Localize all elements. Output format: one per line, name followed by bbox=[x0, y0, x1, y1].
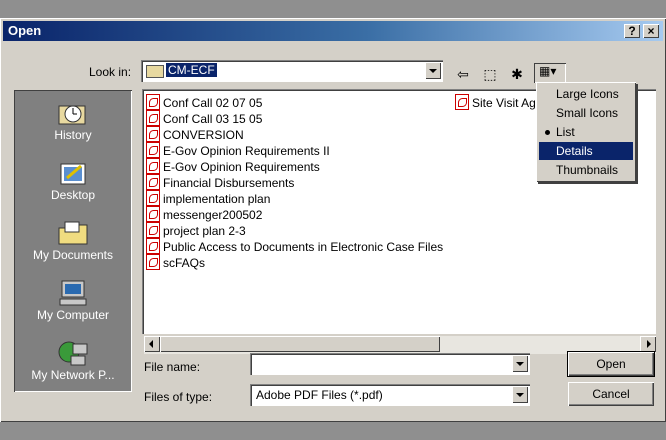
view-menu-button[interactable]: ▦▾ bbox=[534, 63, 566, 83]
pdf-file-icon bbox=[146, 222, 160, 238]
my-documents-icon bbox=[58, 221, 88, 245]
look-in-label: Look in: bbox=[89, 65, 132, 79]
file-label: Conf Call 03 15 05 bbox=[163, 112, 263, 126]
place-label: My Computer bbox=[36, 308, 110, 322]
new-folder-icon[interactable]: ✱ bbox=[507, 64, 527, 84]
cancel-button[interactable]: Cancel bbox=[568, 382, 654, 406]
place-desktop[interactable]: Desktop bbox=[14, 150, 132, 210]
menu-item-label: Thumbnails bbox=[556, 163, 619, 177]
file-name-label: File name: bbox=[144, 360, 201, 374]
scroll-right-icon[interactable] bbox=[640, 336, 656, 352]
file-label: CONVERSION bbox=[163, 128, 244, 142]
pdf-file-icon bbox=[146, 190, 160, 206]
file-label: messenger200502 bbox=[163, 208, 263, 222]
list-item[interactable]: Public Access to Documents in Electronic… bbox=[146, 238, 443, 254]
list-item[interactable]: implementation plan bbox=[146, 190, 270, 206]
file-label: Site Visit Ag bbox=[472, 96, 536, 110]
look-in-value: CM-ECF bbox=[165, 62, 218, 78]
look-in-dropdown-button[interactable] bbox=[425, 62, 441, 79]
place-my-computer[interactable]: My Computer bbox=[14, 270, 132, 330]
open-button[interactable]: Open bbox=[567, 351, 655, 377]
place-label: My Network P... bbox=[31, 368, 115, 382]
pdf-file-icon bbox=[146, 238, 160, 254]
scroll-thumb[interactable] bbox=[160, 336, 440, 352]
file-label: implementation plan bbox=[163, 192, 271, 206]
place-label: My Documents bbox=[32, 248, 114, 262]
back-icon[interactable]: ⇦ bbox=[453, 64, 473, 84]
place-label: History bbox=[54, 128, 92, 142]
file-label: Financial Disbursements bbox=[163, 176, 295, 190]
pdf-file-icon bbox=[146, 158, 160, 174]
pdf-file-icon bbox=[146, 174, 160, 190]
menu-item-large-icons[interactable]: Large Icons bbox=[539, 85, 633, 103]
place-my-network[interactable]: My Network P... bbox=[14, 330, 132, 390]
list-item[interactable]: Conf Call 02 07 05 bbox=[146, 94, 262, 110]
file-label: Conf Call 02 07 05 bbox=[163, 96, 263, 110]
file-type-label: Files of type: bbox=[144, 390, 213, 404]
place-history[interactable]: History bbox=[14, 90, 132, 150]
menu-item-label: Large Icons bbox=[556, 87, 619, 101]
file-type-dropdown-button[interactable] bbox=[512, 386, 528, 403]
menu-item-thumbnails[interactable]: Thumbnails bbox=[539, 161, 633, 179]
view-icon: ▦▾ bbox=[539, 64, 557, 78]
history-icon bbox=[58, 105, 86, 125]
list-item[interactable]: scFAQs bbox=[146, 254, 205, 270]
file-name-dropdown-button[interactable] bbox=[512, 355, 528, 372]
title-bar[interactable]: Open ? × bbox=[3, 21, 663, 41]
list-item[interactable]: CONVERSION bbox=[146, 126, 244, 142]
file-label: E-Gov Opinion Requirements II bbox=[163, 144, 330, 158]
file-label: E-Gov Opinion Requirements bbox=[163, 160, 320, 174]
list-item[interactable]: Conf Call 03 15 05 bbox=[146, 110, 262, 126]
close-button[interactable]: × bbox=[643, 24, 659, 38]
list-item[interactable]: E-Gov Opinion Requirements bbox=[146, 158, 320, 174]
my-network-places-icon bbox=[58, 341, 88, 366]
list-item[interactable]: E-Gov Opinion Requirements II bbox=[146, 142, 330, 158]
menu-item-label: Details bbox=[556, 144, 593, 158]
list-item[interactable]: Site Visit Ag bbox=[455, 94, 536, 110]
open-dialog: Open ? × Look in: CM-ECF ⇦ ⬚ ✱ ▦▾ Histor… bbox=[0, 18, 666, 422]
my-computer-icon bbox=[59, 280, 87, 306]
pdf-file-icon bbox=[146, 206, 160, 222]
up-folder-icon[interactable]: ⬚ bbox=[480, 64, 500, 84]
help-button[interactable]: ? bbox=[624, 24, 640, 38]
pdf-file-icon bbox=[146, 254, 160, 270]
view-menu: Large Icons Small Icons List Details Thu… bbox=[536, 82, 636, 182]
list-item[interactable]: project plan 2-3 bbox=[146, 222, 246, 238]
file-label: project plan 2-3 bbox=[163, 224, 246, 238]
scroll-left-icon[interactable] bbox=[144, 336, 160, 352]
place-label: Desktop bbox=[50, 188, 96, 202]
desktop-icon bbox=[60, 163, 86, 185]
look-in-combo[interactable]: CM-ECF bbox=[141, 60, 443, 82]
selected-bullet-icon bbox=[545, 130, 550, 135]
file-label: Public Access to Documents in Electronic… bbox=[163, 240, 444, 254]
menu-item-small-icons[interactable]: Small Icons bbox=[539, 104, 633, 122]
place-my-documents[interactable]: My Documents bbox=[14, 210, 132, 270]
pdf-file-icon bbox=[146, 94, 160, 110]
file-type-select[interactable]: Adobe PDF Files (*.pdf) bbox=[250, 384, 530, 406]
list-item[interactable]: Financial Disbursements bbox=[146, 174, 294, 190]
list-item[interactable]: messenger200502 bbox=[146, 206, 262, 222]
pdf-file-icon bbox=[455, 94, 469, 110]
window-title: Open bbox=[8, 23, 42, 38]
file-label: scFAQs bbox=[163, 256, 206, 270]
pdf-file-icon bbox=[146, 142, 160, 158]
menu-item-details[interactable]: Details bbox=[539, 142, 633, 160]
places-bar: History Desktop My Documents My Computer bbox=[14, 90, 132, 392]
file-type-value: Adobe PDF Files (*.pdf) bbox=[256, 388, 383, 402]
pdf-file-icon bbox=[146, 110, 160, 126]
menu-item-label: List bbox=[556, 125, 575, 139]
folder-icon bbox=[146, 65, 164, 78]
file-name-field[interactable] bbox=[250, 353, 530, 375]
pdf-file-icon bbox=[146, 126, 160, 142]
menu-item-list[interactable]: List bbox=[539, 123, 633, 141]
menu-item-label: Small Icons bbox=[556, 106, 619, 120]
